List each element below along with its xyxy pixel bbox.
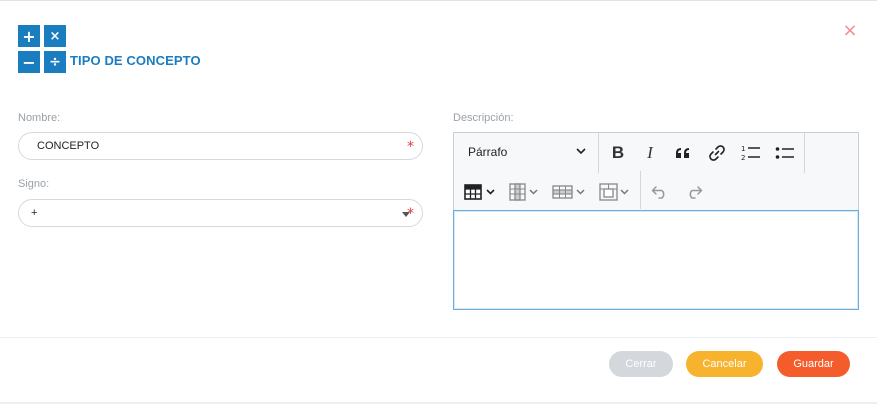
plus-icon: + (18, 25, 40, 47)
guardar-button[interactable]: Guardar (777, 351, 850, 377)
descripcion-label: Descripción: (453, 112, 514, 124)
close-icon[interactable]: × (840, 20, 860, 41)
signo-select[interactable]: + * (18, 199, 423, 227)
page-title: TIPO DE CONCEPTO (70, 53, 201, 68)
description-editor[interactable] (453, 210, 859, 310)
minus-icon: − (18, 51, 40, 73)
calculator-logo-icon: + × − ÷ (18, 25, 66, 73)
editor-toolbar: Párrafo B I 12 (453, 132, 859, 211)
nombre-label: Nombre: (18, 112, 61, 124)
heading-dropdown[interactable]: Párrafo (468, 145, 507, 159)
bold-icon[interactable]: B (608, 141, 628, 165)
cancelar-button[interactable]: Cancelar (686, 351, 763, 377)
svg-text:1: 1 (741, 145, 745, 153)
signo-value: + (31, 207, 38, 219)
italic-icon[interactable]: I (640, 141, 660, 165)
svg-text:2: 2 (741, 154, 745, 162)
blockquote-icon[interactable] (672, 141, 694, 165)
multiply-icon: × (44, 25, 66, 47)
footer-divider (0, 337, 877, 338)
table-row-icon[interactable] (552, 180, 588, 204)
chevron-down-icon[interactable] (576, 145, 586, 159)
cerrar-button[interactable]: Cerrar (609, 351, 673, 377)
bulleted-list-icon[interactable] (774, 141, 796, 165)
undo-icon[interactable] (648, 180, 672, 204)
table-column-icon[interactable] (508, 180, 542, 204)
required-indicator: * (407, 206, 414, 222)
top-border (0, 0, 877, 1)
redo-icon[interactable] (682, 180, 706, 204)
nombre-value: CONCEPTO (37, 140, 100, 152)
link-icon[interactable] (706, 141, 728, 165)
merge-cells-icon[interactable] (598, 180, 632, 204)
required-indicator: * (407, 139, 414, 155)
insert-table-icon[interactable] (464, 180, 498, 204)
nombre-field[interactable]: CONCEPTO * (18, 132, 423, 160)
divide-icon: ÷ (44, 51, 66, 73)
signo-label: Signo: (18, 178, 50, 190)
numbered-list-icon[interactable]: 12 (740, 141, 762, 165)
